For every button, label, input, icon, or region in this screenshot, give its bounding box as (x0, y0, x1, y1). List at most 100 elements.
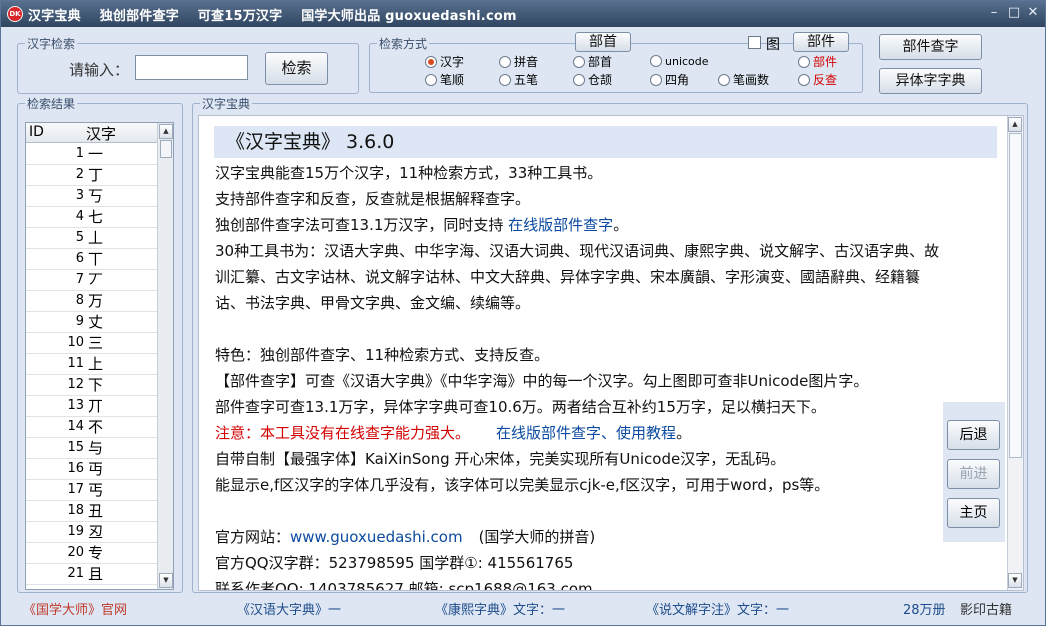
scroll-up-icon[interactable]: ▲ (159, 124, 173, 139)
radio-dot (573, 56, 585, 68)
radio-unicode[interactable]: unicode (650, 55, 709, 69)
radio-dot (650, 55, 662, 67)
row-id: 8 (75, 293, 84, 308)
status-yingyin[interactable]: 影印古籍 (960, 599, 1012, 618)
scroll-down-icon[interactable]: ▼ (159, 573, 173, 588)
radio-selected-dot (425, 56, 437, 68)
row-char: 专 (88, 544, 104, 562)
radio-pinyin[interactable]: 拼音 (499, 55, 538, 69)
tutorial-link[interactable]: 使用教程 (616, 424, 676, 442)
col-id-header: ID (29, 124, 44, 140)
input-label: 请输入： (69, 61, 130, 79)
row-char: 七 (88, 208, 104, 226)
search-input[interactable] (135, 55, 248, 80)
window-title: 汉字宝典 独创部件查字 可查15万汉字 国学大师出品 guoxuedashi.c… (28, 9, 517, 24)
row-char: 丏 (88, 460, 104, 478)
row-id: 18 (67, 503, 84, 518)
status-books-count[interactable]: 28万册 (903, 599, 946, 618)
table-row[interactable]: 18 丑 (26, 501, 157, 522)
online-bujian-link-2[interactable]: 在线版部件查字 (496, 424, 601, 442)
status-shuowen[interactable]: 《说文解字注》文字：一 (646, 599, 789, 618)
home-button[interactable]: 主页 (947, 498, 1000, 528)
scroll-thumb[interactable] (160, 140, 172, 158)
row-char: 上 (88, 355, 104, 373)
results-scrollbar[interactable]: ▲ ▼ (157, 123, 173, 589)
table-row[interactable]: 3丂 (26, 186, 157, 207)
radio-hanzi[interactable]: 汉字 (425, 55, 464, 69)
row-id: 11 (67, 356, 84, 371)
table-row[interactable]: 9丈 (26, 312, 157, 333)
content-line-red: 部件查字可查13.1万字，异体字字典可查10.6万。两者结合互补约15万字，足以… (215, 398, 826, 416)
row-char: 万 (88, 292, 104, 310)
search-button[interactable]: 检索 (265, 52, 328, 85)
minimize-button[interactable]: – (986, 4, 1002, 22)
bushou-button[interactable]: 部首 (575, 32, 631, 52)
table-row[interactable]: 4七 (26, 207, 157, 228)
row-id: 10 (67, 335, 84, 350)
row-char: 丌 (88, 397, 104, 415)
bujian-chazi-button[interactable]: 部件查字 (879, 34, 982, 60)
online-bujian-link[interactable]: 在线版部件查字 (508, 216, 613, 234)
radio-bishun[interactable]: 笔顺 (425, 73, 464, 87)
table-row[interactable]: 12 下 (26, 375, 157, 396)
table-row[interactable]: 14 不 (26, 417, 157, 438)
content-line: 特色：独创部件查字、11种检索方式、支持反查。 (215, 346, 550, 364)
forward-button[interactable]: 前进 (947, 459, 1000, 489)
back-button[interactable]: 后退 (947, 420, 1000, 450)
bujian-button[interactable]: 部件 (793, 32, 849, 52)
content-scrollbar[interactable]: ▲ ▼ (1007, 116, 1023, 590)
radio-bihuashu[interactable]: 笔画数 (718, 73, 769, 87)
radio-bushou[interactable]: 部首 (573, 55, 612, 69)
nav-panel: 后退 前进 主页 (943, 402, 1005, 542)
row-id: 4 (75, 209, 84, 224)
table-row[interactable]: 10 三 (26, 333, 157, 354)
radio-cangjie[interactable]: 仓颉 (573, 73, 612, 87)
content-view: 《汉字宝典》 3.6.0 汉字宝典能查15万个汉字，11种检索方式，33种工具书… (198, 115, 1024, 591)
row-id: 16 (67, 461, 84, 476)
table-row[interactable]: 16 丏 (26, 459, 157, 480)
table-row[interactable]: 13 丌 (26, 396, 157, 417)
row-char: 三 (88, 334, 104, 352)
row-id: 6 (75, 251, 84, 266)
radio-wubi[interactable]: 五笔 (499, 73, 538, 87)
website-link[interactable]: www.guoxuedashi.com (290, 528, 463, 546)
scroll-down-icon[interactable]: ▼ (1008, 573, 1022, 588)
row-id: 21 (67, 566, 84, 581)
row-char: 丆 (88, 271, 104, 289)
table-row[interactable]: 2丁 (26, 165, 157, 186)
radio-fancha[interactable]: 反查 (798, 73, 837, 87)
table-row[interactable]: 6丅 (26, 249, 157, 270)
status-bar: 《国学大师》官网 《汉语大字典》一 《康熙字典》文字：一 《说文解字注》文字：一… (1, 597, 1045, 621)
table-row[interactable]: 20 专 (26, 543, 157, 564)
radio-bujian[interactable]: 部件 (798, 55, 837, 69)
table-row[interactable]: 17 丐 (26, 480, 157, 501)
radio-sijiao[interactable]: 四角 (650, 73, 689, 87)
content-line: 能显示e,f区汉字的字体几乎没有，该字体可以完美显示cjk-e,f区汉字，可用于… (215, 476, 830, 494)
table-row[interactable]: 11 上 (26, 354, 157, 375)
yiti-zidian-button[interactable]: 异体字字典 (879, 68, 982, 94)
scroll-up-icon[interactable]: ▲ (1008, 117, 1022, 132)
status-kangxi[interactable]: 《康熙字典》文字：一 (435, 599, 565, 618)
row-id: 3 (75, 188, 84, 203)
content-line: 独创部件查字法可查13.1万汉字，同时支持 在线版部件查字。 (215, 216, 629, 234)
tu-checkbox[interactable] (748, 36, 761, 49)
table-row[interactable]: 19 丒 (26, 522, 157, 543)
table-row[interactable]: 8万 (26, 291, 157, 312)
status-guoxue-link[interactable]: 《国学大师》官网 (23, 599, 127, 618)
row-id: 15 (67, 440, 84, 455)
status-hydzd[interactable]: 《汉语大字典》一 (237, 599, 341, 618)
row-char: 丁 (88, 166, 104, 184)
table-row[interactable]: 15 与 (26, 438, 157, 459)
maximize-button[interactable]: □ (1006, 4, 1022, 22)
content-line: 汉字宝典能查15万个汉字，11种检索方式，33种工具书。 (215, 164, 603, 182)
table-row[interactable]: 5丄 (26, 228, 157, 249)
row-id: 19 (67, 524, 84, 539)
table-row[interactable]: 21 且 (26, 564, 157, 585)
title-bar: DK 汉字宝典 独创部件查字 可查15万汉字 国学大师出品 guoxuedash… (1, 1, 1045, 27)
table-row[interactable]: 1一 (26, 144, 157, 165)
content-line-red: 【部件查字】可查《汉语大字典》《中华字海》中的每一个汉字。勾上图即可查非Unic… (215, 372, 869, 390)
close-button[interactable]: ✕ (1025, 4, 1041, 22)
table-row[interactable]: 7丆 (26, 270, 157, 291)
row-id: 2 (75, 167, 84, 182)
scroll-thumb[interactable] (1009, 133, 1022, 458)
